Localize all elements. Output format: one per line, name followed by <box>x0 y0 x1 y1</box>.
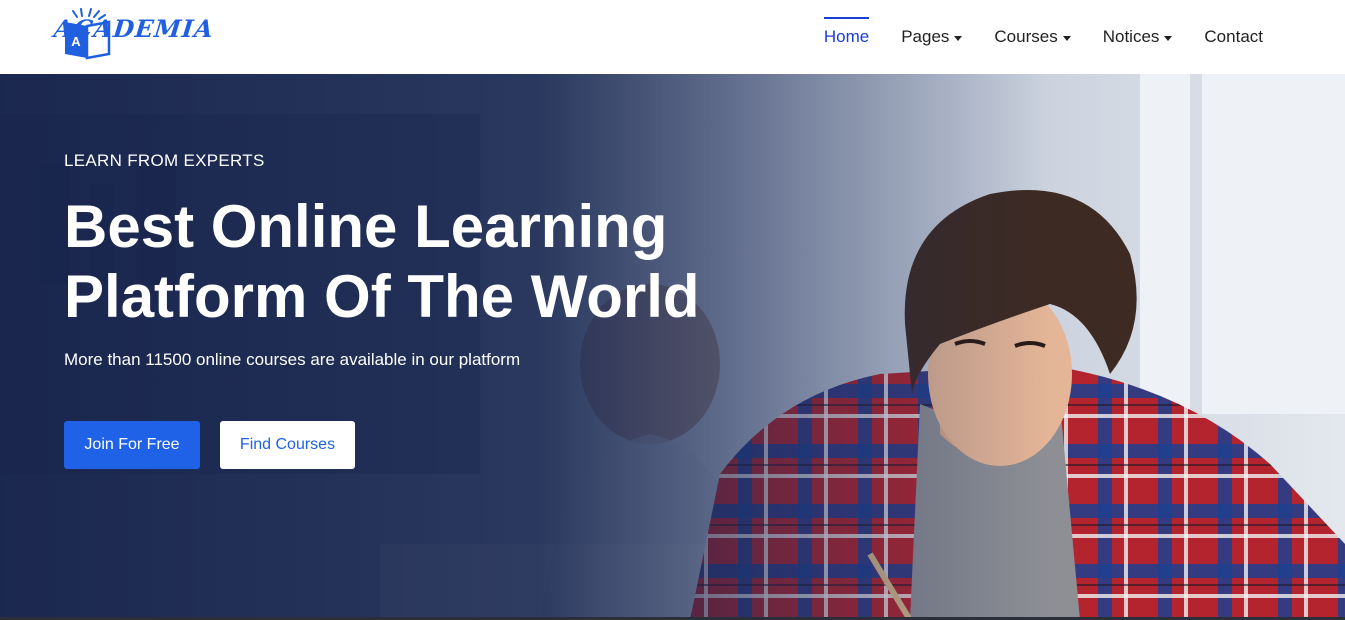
nav-item-pages[interactable]: Pages <box>901 0 963 74</box>
hero-headline-line-1: Best Online Learning <box>64 193 668 260</box>
hero-headline: Best Online Learning Platform Of The Wor… <box>64 192 764 332</box>
caret-down-icon <box>954 35 963 41</box>
nav-item-label: Notices <box>1102 27 1160 46</box>
nav-item-label: Courses <box>994 27 1058 46</box>
nav-item-home[interactable]: Home <box>823 0 870 74</box>
nav-item-label: Contact <box>1204 27 1263 46</box>
hero-eyebrow: LEARN FROM EXPERTS <box>64 151 265 170</box>
caret-down-icon <box>1062 35 1071 41</box>
hero-subtext: More than 11500 online courses are avail… <box>64 350 521 369</box>
find-courses-button[interactable]: Find Courses <box>220 421 355 469</box>
hero-headline-line-2: Platform Of The World <box>64 263 700 330</box>
brand-name: ACADEMIA <box>52 14 216 43</box>
join-for-free-button[interactable]: Join For Free <box>64 421 200 469</box>
hero-content: LEARN FROM EXPERTS Best Online Learning … <box>64 74 764 620</box>
site-header: A ACADEMIA Home Pages Courses Notices Co… <box>0 0 1345 74</box>
main-nav: Home Pages Courses Notices Contact <box>823 0 1263 74</box>
hero-banner: LEARN FROM EXPERTS Best Online Learning … <box>0 74 1345 620</box>
nav-item-courses[interactable]: Courses <box>994 0 1071 74</box>
nav-item-label: Pages <box>901 27 950 46</box>
nav-item-notices[interactable]: Notices <box>1103 0 1173 74</box>
nav-item-label: Home <box>823 27 870 46</box>
caret-down-icon <box>1164 35 1173 41</box>
nav-item-contact[interactable]: Contact <box>1204 0 1263 74</box>
